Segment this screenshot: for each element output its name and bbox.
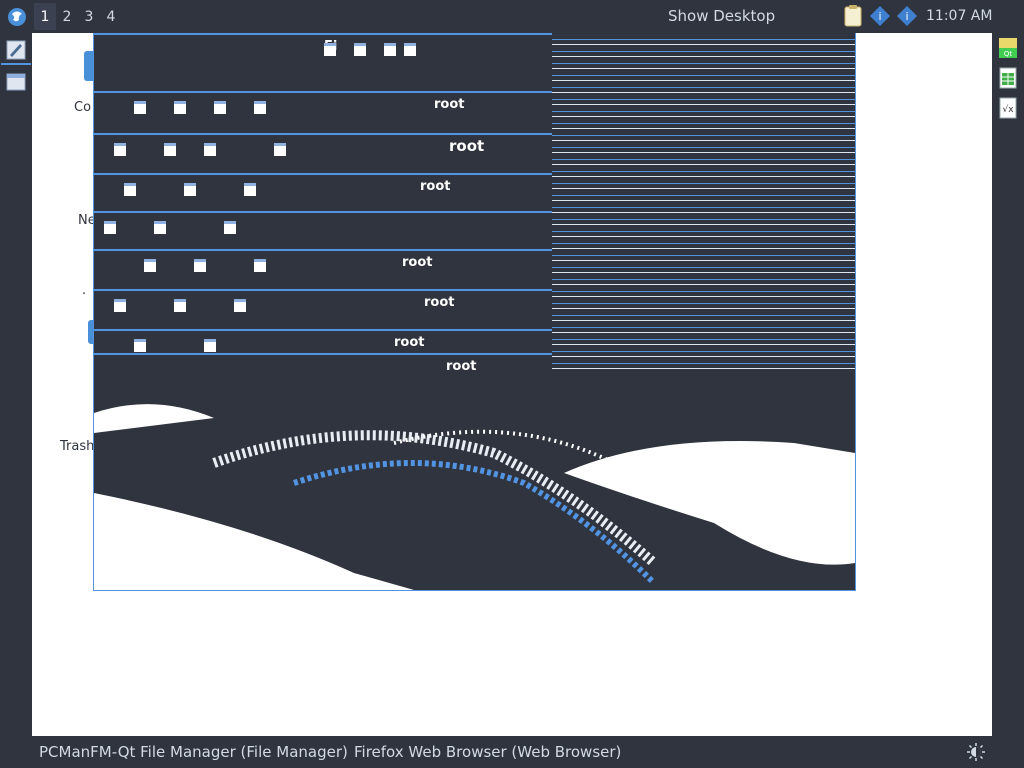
task-file-manager[interactable]: PCManFM-Qt File Manager (File Manager) <box>39 736 348 768</box>
svg-text:i: i <box>878 10 881 23</box>
workspace-3[interactable]: 3 <box>78 3 100 30</box>
left-dock <box>0 33 32 736</box>
show-desktop-button[interactable]: Show Desktop <box>668 0 775 33</box>
window-icon <box>6 73 26 91</box>
repeated-root-label: root <box>434 97 465 112</box>
spreadsheet-launcher[interactable] <box>997 66 1019 90</box>
repeated-root-label: root <box>446 359 477 374</box>
text-editor-launcher[interactable] <box>1 37 31 65</box>
repeated-root-label: root <box>420 179 451 194</box>
glitch-row <box>94 211 552 247</box>
brightness-icon[interactable] <box>966 742 986 762</box>
workspace-2[interactable]: 2 <box>56 3 78 30</box>
glitched-window[interactable]: Fi root root root root root root root <box>93 33 856 591</box>
task-firefox[interactable]: Firefox Web Browser (Web Browser) <box>354 736 621 768</box>
svg-text:√x: √x <box>1002 104 1014 115</box>
spreadsheet-icon <box>999 67 1017 89</box>
app-menu-button[interactable] <box>2 2 32 32</box>
glitched-wave-region <box>94 373 855 590</box>
formula-document-launcher[interactable]: √x <box>997 96 1019 120</box>
qt-app-icon: Qt <box>999 38 1017 58</box>
glitch-row: root <box>94 91 552 127</box>
svg-text:i: i <box>905 10 908 23</box>
workspace-1[interactable]: 1 <box>34 3 56 30</box>
repeated-root-label: root <box>394 335 425 350</box>
desktop[interactable]: Co Ne . Trash Fi root root root root roo… <box>32 33 992 736</box>
app-menu-icon <box>8 7 26 26</box>
workspace-switcher: 1 2 3 4 <box>34 0 122 33</box>
formula-document-icon: √x <box>999 97 1017 119</box>
top-panel: 1 2 3 4 Show Desktop i i 11:07 AM <box>0 0 1024 33</box>
text-editor-icon <box>6 40 26 60</box>
svg-text:Qt: Qt <box>1004 50 1013 58</box>
bluetooth-icon[interactable]: i <box>896 4 918 28</box>
glitched-tab-stack: Fi root root root root root root <box>94 33 552 383</box>
right-dock: Qt √x <box>992 33 1024 736</box>
qt-app-launcher[interactable]: Qt <box>997 36 1019 60</box>
network-icon[interactable]: i <box>869 4 891 28</box>
glitch-row: root <box>94 249 552 285</box>
clock[interactable]: 11:07 AM <box>926 0 992 33</box>
glitch-row: root <box>94 173 552 209</box>
taskbar: PCManFM-Qt File Manager (File Manager) F… <box>0 736 1024 768</box>
glitched-stripes <box>552 33 855 413</box>
window-launcher[interactable] <box>1 69 31 95</box>
glitch-row: root <box>94 289 552 325</box>
system-tray: i i <box>842 4 923 28</box>
desktop-label-computer[interactable]: Co <box>74 100 91 115</box>
workspace-4[interactable]: 4 <box>100 3 122 30</box>
glitch-row: Fi <box>94 33 552 69</box>
window-title-root: root <box>449 137 485 155</box>
clipboard-icon[interactable] <box>842 4 864 28</box>
repeated-root-label: root <box>424 295 455 310</box>
repeated-root-label: root <box>402 255 433 270</box>
desktop-label-home[interactable]: . <box>82 283 86 298</box>
desktop-label-trash[interactable]: Trash <box>60 439 94 454</box>
